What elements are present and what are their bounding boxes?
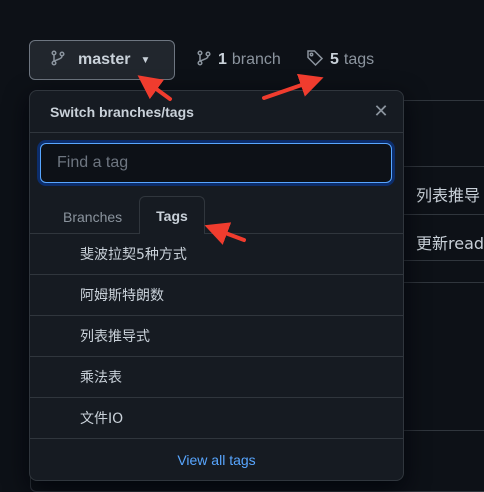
commit-message[interactable]: 更新read [416, 230, 484, 254]
tab-branches[interactable]: Branches [46, 198, 139, 234]
find-tag-input[interactable] [40, 143, 392, 183]
branch-word: branch [231, 51, 281, 68]
tag-count: 5 [330, 51, 339, 68]
git-branch-icon [196, 49, 212, 71]
tag-word: tags [343, 51, 375, 68]
tags-link[interactable]: 5 tags [306, 49, 374, 71]
branch-switcher-button[interactable]: master ▼ [29, 40, 175, 80]
commit-message[interactable]: 列表推导 [416, 182, 480, 206]
filter-section: Branches Tags [30, 133, 403, 234]
tag-list: 斐波拉契5种方式 阿姆斯特朗数 列表推导式 乘法表 文件IO [30, 234, 403, 439]
divider [404, 430, 484, 431]
divider [404, 214, 484, 215]
branch-tag-popover: Switch branches/tags ✕ Branches Tags 斐波拉… [29, 90, 404, 481]
git-branch-icon [50, 49, 66, 71]
current-branch-label: master [78, 51, 131, 68]
tag-item[interactable]: 阿姆斯特朗数 [30, 275, 403, 316]
tag-item[interactable]: 斐波拉契5种方式 [30, 234, 403, 275]
tab-tags[interactable]: Tags [139, 196, 205, 234]
popover-header: Switch branches/tags [30, 91, 403, 133]
divider [404, 166, 484, 167]
close-icon[interactable]: ✕ [373, 102, 389, 120]
divider [404, 282, 484, 283]
tag-icon [306, 49, 324, 72]
tag-item[interactable]: 乘法表 [30, 357, 403, 398]
divider [404, 260, 484, 261]
caret-down-icon: ▼ [140, 54, 151, 66]
popover-title: Switch branches/tags [50, 103, 194, 120]
tab-bar: Branches Tags [30, 194, 403, 234]
branches-link[interactable]: 1 branch [196, 49, 281, 71]
tag-item[interactable]: 列表推导式 [30, 316, 403, 357]
tag-item[interactable]: 文件IO [30, 398, 403, 439]
view-all-tags-link[interactable]: View all tags [30, 439, 403, 481]
branch-count: 1 [218, 51, 227, 68]
